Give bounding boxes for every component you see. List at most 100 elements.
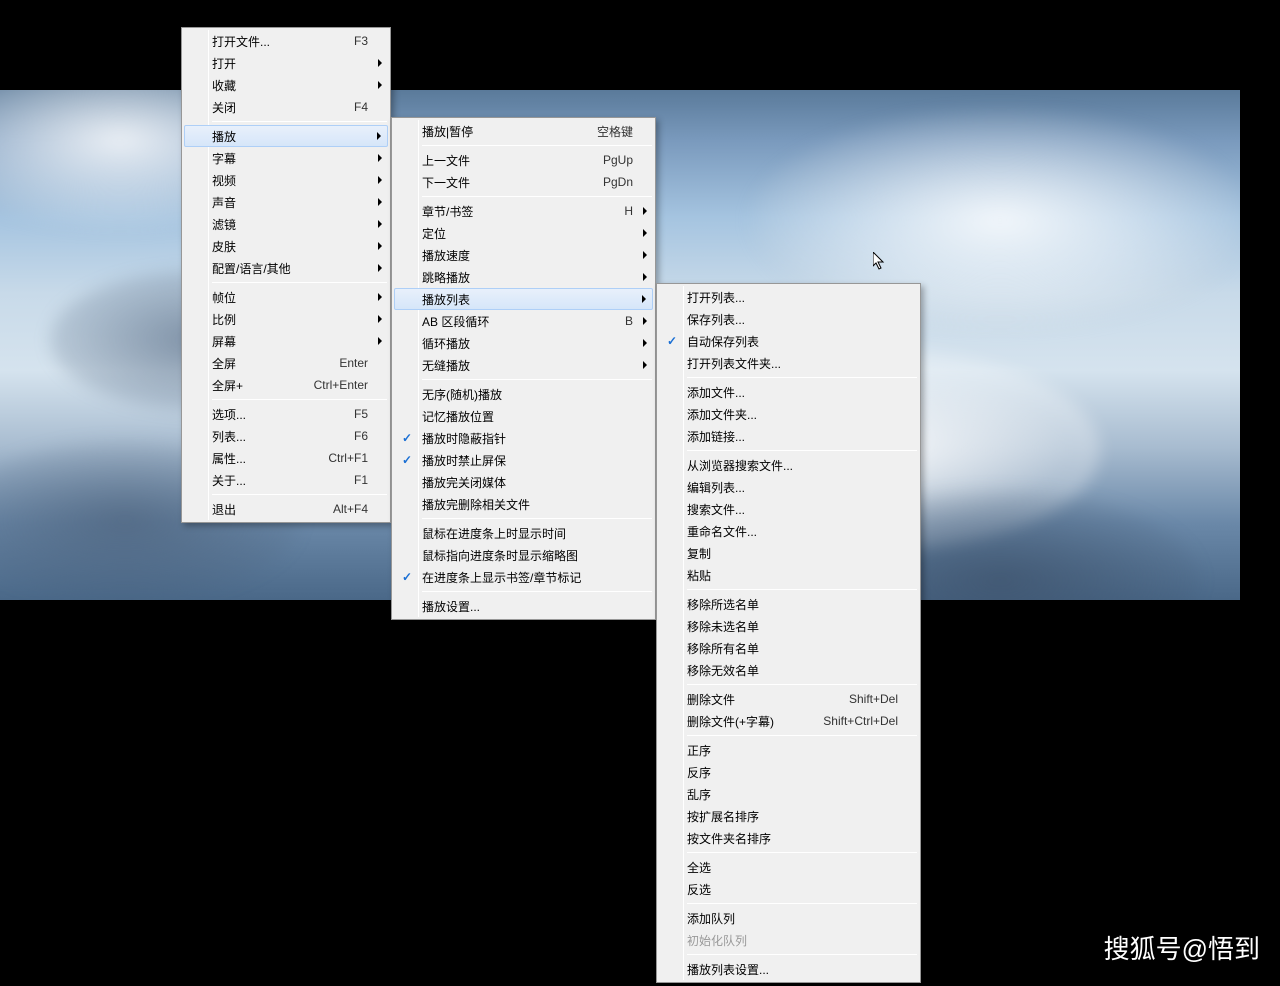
playlist-menu-label: 播放列表设置...	[687, 961, 898, 978]
submenu-arrow-icon	[643, 317, 647, 325]
play-menu-label: 播放|暂停	[422, 123, 567, 140]
play-menu-separator	[422, 518, 652, 519]
playlist-menu-item[interactable]: 移除所有名单	[659, 637, 918, 659]
playlist-menu-item[interactable]: 乱序	[659, 783, 918, 805]
main-menu-item[interactable]: 播放	[184, 125, 388, 147]
main-menu-item[interactable]: 关于...F1	[184, 469, 388, 491]
playlist-menu-item[interactable]: 保存列表...	[659, 308, 918, 330]
main-menu-item[interactable]: 打开	[184, 52, 388, 74]
play-menu-label: 记忆播放位置	[422, 408, 633, 425]
play-menu-item[interactable]: 无缝播放	[394, 354, 653, 376]
playlist-menu-shortcut: Shift+Ctrl+Del	[823, 714, 898, 728]
submenu-play: 播放|暂停空格键上一文件PgUp下一文件PgDn 章节/书签 H 定位播放速度跳略播放…	[391, 117, 656, 620]
playlist-menu-item[interactable]: 反序	[659, 761, 918, 783]
playlist-menu-item[interactable]: 添加文件...	[659, 381, 918, 403]
main-menu-label: 配置/语言/其他	[212, 260, 368, 277]
watermark-text: 搜狐号@悟到	[1104, 929, 1260, 966]
play-menu-item[interactable]: 无序(随机)播放	[394, 383, 653, 405]
play-menu-item[interactable]: 循环播放	[394, 332, 653, 354]
playlist-menu-item[interactable]: 添加链接...	[659, 425, 918, 447]
playlist-menu-item[interactable]: 正序	[659, 739, 918, 761]
main-menu-item[interactable]: 列表...F6	[184, 425, 388, 447]
main-menu-item[interactable]: 帧位	[184, 286, 388, 308]
play-menu-item[interactable]: 播放完删除相关文件	[394, 493, 653, 515]
main-menu-item[interactable]: 全屏Enter	[184, 352, 388, 374]
playlist-menu-item[interactable]: 删除文件Shift+Del	[659, 688, 918, 710]
main-menu-item[interactable]: 全屏+Ctrl+Enter	[184, 374, 388, 396]
main-menu-item[interactable]: 选项...F5	[184, 403, 388, 425]
main-menu-item[interactable]: 配置/语言/其他	[184, 257, 388, 279]
playlist-menu-label: 打开列表文件夹...	[687, 355, 898, 372]
play-menu-item[interactable]: 下一文件PgDn	[394, 171, 653, 193]
play-menu-label: 下一文件	[422, 174, 573, 191]
playlist-menu-item[interactable]: 添加队列	[659, 907, 918, 929]
play-menu-item[interactable]: 章节/书签 H	[394, 200, 653, 222]
play-menu-item[interactable]: 跳略播放	[394, 266, 653, 288]
check-icon: ✓	[400, 453, 414, 467]
play-menu-item[interactable]: 鼠标在进度条上时显示时间	[394, 522, 653, 544]
playlist-menu-label: 编辑列表...	[687, 479, 898, 496]
playlist-menu-item[interactable]: 移除所选名单	[659, 593, 918, 615]
playlist-menu-item[interactable]: 反选	[659, 878, 918, 900]
main-menu-item[interactable]: 退出Alt+F4	[184, 498, 388, 520]
playlist-menu-label: 按文件夹名排序	[687, 830, 898, 847]
main-menu-item[interactable]: 比例	[184, 308, 388, 330]
playlist-menu-item[interactable]: 复制	[659, 542, 918, 564]
main-menu-item[interactable]: 关闭F4	[184, 96, 388, 118]
main-menu-item[interactable]: 皮肤	[184, 235, 388, 257]
play-menu-item[interactable]: 播放|暂停空格键	[394, 120, 653, 142]
play-menu-item[interactable]: 记忆播放位置	[394, 405, 653, 427]
playlist-menu-item[interactable]: 删除文件(+字幕) Shift+Ctrl+Del	[659, 710, 918, 732]
play-menu-item[interactable]: ✓播放时隐蔽指针	[394, 427, 653, 449]
play-menu-item[interactable]: 播放速度	[394, 244, 653, 266]
main-menu-shortcut: F6	[354, 429, 368, 443]
play-menu-item[interactable]: ✓播放时禁止屏保	[394, 449, 653, 471]
playlist-menu-item[interactable]: 按扩展名排序	[659, 805, 918, 827]
playlist-menu-item[interactable]: 重命名文件...	[659, 520, 918, 542]
play-menu-label: 鼠标指向进度条时显示缩略图	[422, 547, 633, 564]
play-menu-item[interactable]: 鼠标指向进度条时显示缩略图	[394, 544, 653, 566]
playlist-menu-label: 添加队列	[687, 910, 898, 927]
playlist-menu-label: 删除文件(+字幕)	[687, 713, 793, 730]
play-menu-item[interactable]: ✓在进度条上显示书签/章节标记	[394, 566, 653, 588]
playlist-menu-item[interactable]: 按文件夹名排序	[659, 827, 918, 849]
playlist-menu-label: 全选	[687, 859, 898, 876]
play-menu-item[interactable]: 定位	[394, 222, 653, 244]
play-menu-label: 播放设置...	[422, 598, 633, 615]
submenu-arrow-icon	[378, 293, 382, 301]
playlist-menu-item[interactable]: ✓自动保存列表	[659, 330, 918, 352]
playlist-menu-item[interactable]: 全选	[659, 856, 918, 878]
play-menu-item[interactable]: 播放设置...	[394, 595, 653, 617]
playlist-menu-item[interactable]: 打开列表文件夹...	[659, 352, 918, 374]
main-menu-item[interactable]: 滤镜	[184, 213, 388, 235]
main-menu-label: 打开文件...	[212, 33, 324, 50]
main-menu-item[interactable]: 屏幕	[184, 330, 388, 352]
playlist-menu-item[interactable]: 移除无效名单	[659, 659, 918, 681]
main-menu-item[interactable]: 收藏	[184, 74, 388, 96]
play-menu-item[interactable]: AB 区段循环B	[394, 310, 653, 332]
play-menu-item[interactable]: 播放完关闭媒体	[394, 471, 653, 493]
playlist-menu-item[interactable]: 粘贴	[659, 564, 918, 586]
playlist-menu-item[interactable]: 搜索文件...	[659, 498, 918, 520]
main-menu-item[interactable]: 打开文件...F3	[184, 30, 388, 52]
main-menu-item[interactable]: 视频	[184, 169, 388, 191]
playlist-menu-item[interactable]: 移除未选名单	[659, 615, 918, 637]
submenu-arrow-icon	[378, 81, 382, 89]
main-menu-shortcut: F4	[354, 100, 368, 114]
play-menu-label: 章节/书签	[422, 203, 594, 220]
main-menu-shortcut: F1	[354, 473, 368, 487]
play-menu-item[interactable]: 上一文件PgUp	[394, 149, 653, 171]
play-menu-label: 循环播放	[422, 335, 633, 352]
playlist-menu-item[interactable]: 从浏览器搜索文件...	[659, 454, 918, 476]
playlist-menu-item[interactable]: 编辑列表...	[659, 476, 918, 498]
main-menu-item[interactable]: 字幕	[184, 147, 388, 169]
submenu-arrow-icon	[643, 273, 647, 281]
play-menu-shortcut: H	[624, 204, 633, 218]
playlist-menu-item[interactable]: 打开列表...	[659, 286, 918, 308]
play-menu-item[interactable]: 播放列表	[394, 288, 653, 310]
playlist-menu-item[interactable]: 播放列表设置...	[659, 958, 918, 980]
playlist-menu-item[interactable]: 添加文件夹...	[659, 403, 918, 425]
main-menu-item[interactable]: 声音	[184, 191, 388, 213]
main-menu-label: 皮肤	[212, 238, 368, 255]
main-menu-item[interactable]: 属性...Ctrl+F1	[184, 447, 388, 469]
